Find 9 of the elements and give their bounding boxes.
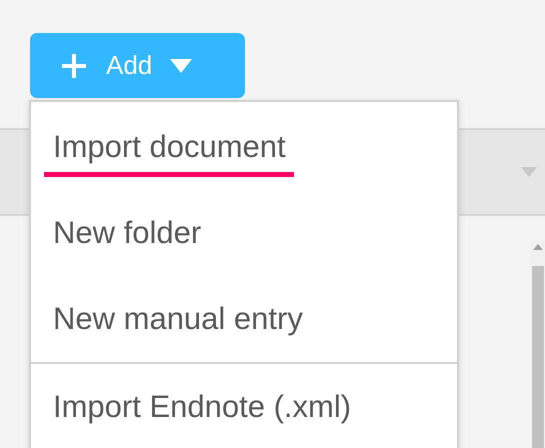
scrollbar-thumb[interactable] [532, 266, 544, 448]
menu-item[interactable]: New folder [53, 215, 202, 251]
caret-down-icon [521, 167, 537, 177]
menu-item[interactable]: Import document [53, 129, 286, 165]
plus-icon [60, 52, 88, 80]
scroll-up-icon[interactable] [533, 244, 543, 250]
menu-item[interactable]: Import Endnote (.xml) [53, 389, 352, 425]
menu-item[interactable]: New manual entry [53, 301, 303, 337]
caret-down-icon [170, 58, 192, 72]
